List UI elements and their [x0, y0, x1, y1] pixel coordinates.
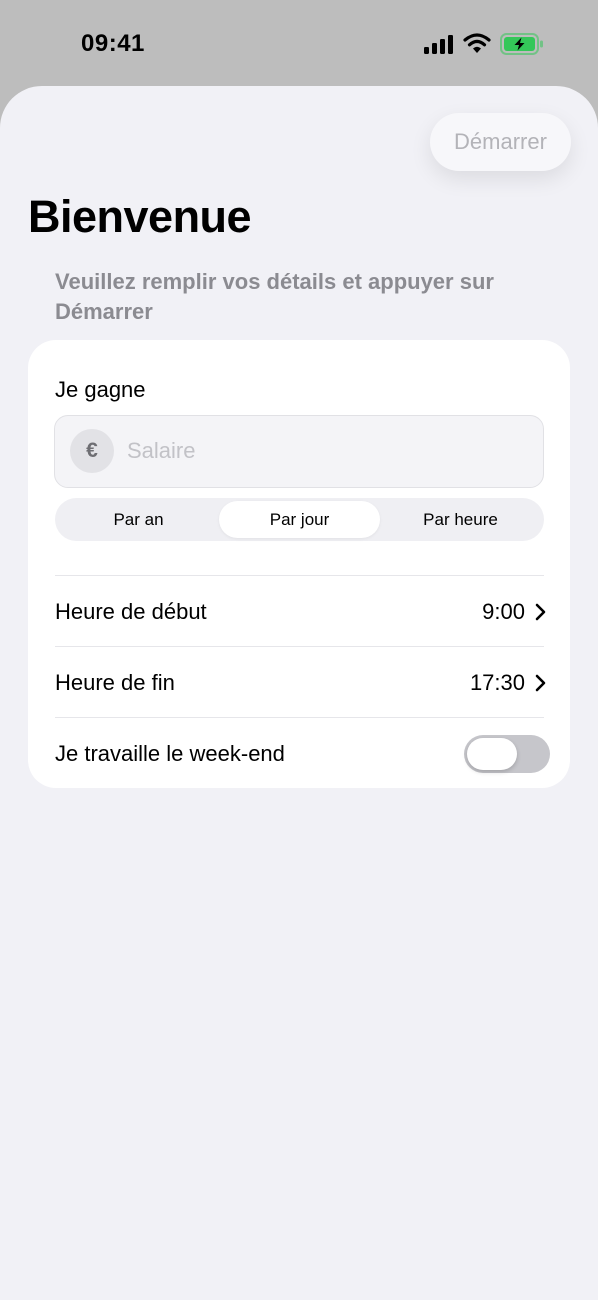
- weekend-toggle[interactable]: [464, 735, 550, 773]
- weekend-label: Je travaille le week-end: [55, 741, 285, 766]
- weekend-row: Je travaille le week-end: [55, 719, 550, 789]
- divider: [55, 575, 544, 576]
- start-time-row[interactable]: Heure de début 9:00: [55, 577, 546, 647]
- segment-per-year[interactable]: Par an: [58, 501, 219, 538]
- divider: [55, 717, 544, 718]
- page-subtitle: Veuillez remplir vos détails et appuyer …: [55, 269, 494, 324]
- status-time: 09:41: [81, 30, 145, 57]
- earn-label: Je gagne: [55, 377, 146, 402]
- toggle-knob: [467, 738, 517, 770]
- segment-per-hour[interactable]: Par heure: [380, 501, 541, 538]
- battery-charging-icon: [500, 33, 543, 55]
- salary-input[interactable]: [127, 416, 527, 486]
- start-time-value: 9:00: [482, 599, 525, 624]
- euro-icon: €: [70, 429, 114, 473]
- start-time-label: Heure de début: [55, 599, 207, 624]
- status-bar: 09:41: [0, 0, 598, 86]
- end-time-value: 17:30: [469, 670, 525, 695]
- wifi-icon: [463, 33, 491, 53]
- pay-period-selector: Par an Par jour Par heure: [55, 498, 544, 541]
- salary-field[interactable]: €: [54, 415, 544, 488]
- chevron-right-icon: [535, 674, 546, 692]
- segment-per-day[interactable]: Par jour: [219, 501, 380, 538]
- end-time-row[interactable]: Heure de fin 17:30: [55, 648, 546, 718]
- signal-icon: [424, 35, 453, 54]
- end-time-label: Heure de fin: [55, 670, 175, 695]
- page-title: Bienvenue: [28, 191, 252, 242]
- details-card: Je gagne € Par an Par jour Par heure Heu…: [28, 340, 570, 788]
- main-sheet: Démarrer Bienvenue Veuillez remplir vos …: [0, 86, 598, 1300]
- start-button[interactable]: Démarrer: [430, 113, 571, 171]
- divider: [55, 646, 544, 647]
- chevron-right-icon: [535, 603, 546, 621]
